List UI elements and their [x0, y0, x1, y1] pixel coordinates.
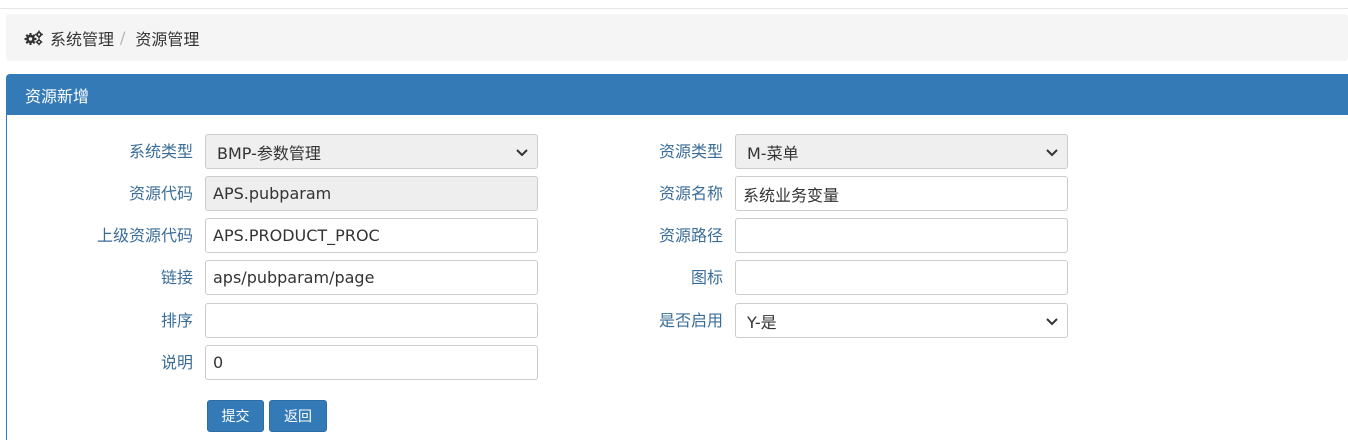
resource-add-panel: 资源新增	[6, 74, 1348, 440]
enabled-label: 是否启用	[658, 311, 723, 330]
breadcrumb-root[interactable]: 系统管理	[50, 26, 114, 50]
resource-path-field[interactable]	[735, 218, 1068, 253]
resource-name-field[interactable]: 系统业务变量	[735, 176, 1068, 211]
system-type-value: BMP-参数管理	[217, 143, 321, 163]
description-field[interactable]: 0	[205, 345, 538, 380]
breadcrumb: 系统管理 / 资源管理	[6, 14, 1348, 61]
parent-code-label: 上级资源代码	[96, 226, 193, 245]
parent-code-field[interactable]: APS.PRODUCT_PROC	[205, 218, 538, 253]
breadcrumb-current: 资源管理	[135, 29, 200, 49]
panel-title: 资源新增	[7, 75, 1348, 115]
resource-type-label: 资源类型	[658, 142, 723, 161]
resource-path-label: 资源路径	[658, 226, 723, 245]
link-label: 链接	[160, 268, 193, 287]
breadcrumb-separator: /	[120, 28, 126, 47]
icon-label: 图标	[690, 268, 723, 287]
top-divider	[0, 8, 1348, 9]
sort-field[interactable]	[205, 303, 538, 338]
system-type-label: 系统类型	[128, 142, 193, 161]
back-button[interactable]: 返回	[269, 400, 327, 432]
chevron-down-icon	[1046, 318, 1058, 326]
resource-code-label: 资源代码	[128, 184, 193, 203]
description-label: 说明	[160, 353, 193, 372]
submit-button[interactable]: 提交	[207, 400, 264, 432]
sort-label: 排序	[160, 311, 193, 330]
icon-field[interactable]	[735, 260, 1068, 295]
link-field[interactable]: aps/pubparam/page	[205, 260, 538, 295]
system-type-select[interactable]: BMP-参数管理	[205, 134, 538, 169]
enabled-value: Y-是	[747, 312, 777, 332]
chevron-down-icon	[1046, 149, 1058, 157]
resource-type-value: M-菜单	[747, 143, 799, 163]
gears-icon	[24, 29, 46, 47]
resource-code-field[interactable]: APS.pubparam	[205, 176, 538, 211]
resource-type-select[interactable]: M-菜单	[735, 134, 1068, 169]
chevron-down-icon	[516, 149, 528, 157]
enabled-select[interactable]: Y-是	[735, 303, 1068, 338]
resource-name-label: 资源名称	[658, 184, 723, 203]
